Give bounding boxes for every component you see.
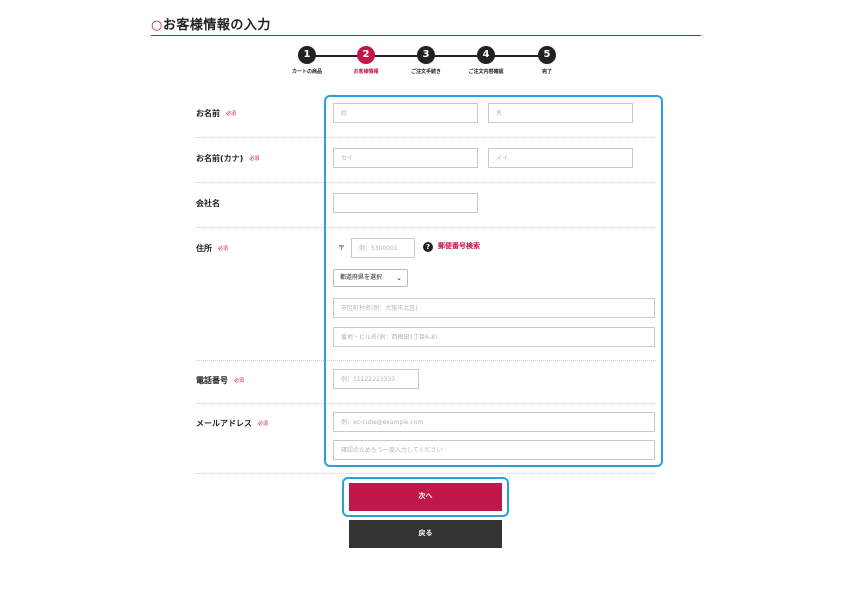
step-number: 3 [417,46,435,64]
last-name-kana-input[interactable] [333,148,478,168]
step-order-procedure: 3 ご注文手続き [396,46,456,75]
step-complete: 5 完了 [517,46,577,75]
address-label: 住所 必須 [196,244,229,253]
street-input[interactable] [333,327,655,347]
page-title-text: お客様情報の入力 [162,18,271,33]
email-label: メールアドレス 必須 [196,419,269,428]
city-input[interactable] [333,298,655,318]
company-input[interactable] [333,193,478,213]
back-button[interactable]: 戻る [349,520,502,548]
last-name-input[interactable] [333,103,478,123]
first-name-input[interactable] [488,103,633,123]
prefecture-select-value: 都道府県を選択 [340,274,383,281]
step-label: ご注文手続き [410,69,441,75]
checkout-stepper: 1 カートの商品 2 お客様情報 3 ご注文手続き 4 ご注文内容確認 5 完了 [283,46,573,76]
chevron-down-icon: ⌄ [396,274,402,282]
step-number: 2 [357,46,375,64]
step-customer-info: 2 お客様情報 [336,46,396,75]
postal-code-input[interactable] [351,238,415,258]
step-number: 5 [538,46,556,64]
help-icon[interactable]: ? [423,242,433,252]
phone-input[interactable] [333,369,419,389]
step-label: ご注文内容確認 [468,69,504,75]
phone-label: 電話番号 必須 [196,376,245,385]
email-input[interactable] [333,412,655,432]
first-name-kana-input[interactable] [488,148,633,168]
title-circle-icon: ○ [151,18,163,33]
step-label: お客様情報 [353,69,379,75]
page-title: ○お客様情報の入力 [151,14,271,33]
postal-mark-icon: 〒 [338,244,345,252]
required-badge: 必須 [234,378,245,384]
email-confirm-input[interactable] [333,440,655,460]
prefecture-select[interactable]: 都道府県を選択 ⌄ [333,269,408,287]
title-divider [151,35,701,36]
step-label: 完了 [541,69,552,75]
required-badge: 必須 [218,246,229,252]
step-order-confirm: 4 ご注文内容確認 [456,46,516,75]
company-label: 会社名 [196,199,220,208]
step-number: 4 [477,46,495,64]
kana-label: お名前(カナ) 必須 [196,154,260,163]
step-label: カートの商品 [291,69,322,75]
step-cart: 1 カートの商品 [277,46,337,75]
form-row-phone: 電話番号 必須 [196,361,656,404]
name-label: お名前 必須 [196,109,237,118]
required-badge: 必須 [226,111,237,117]
step-number: 1 [298,46,316,64]
required-badge: 必須 [258,421,269,427]
required-badge: 必須 [249,156,260,162]
postal-search-link[interactable]: 郵便番号検索 [438,241,480,251]
next-button[interactable]: 次へ [349,483,502,511]
